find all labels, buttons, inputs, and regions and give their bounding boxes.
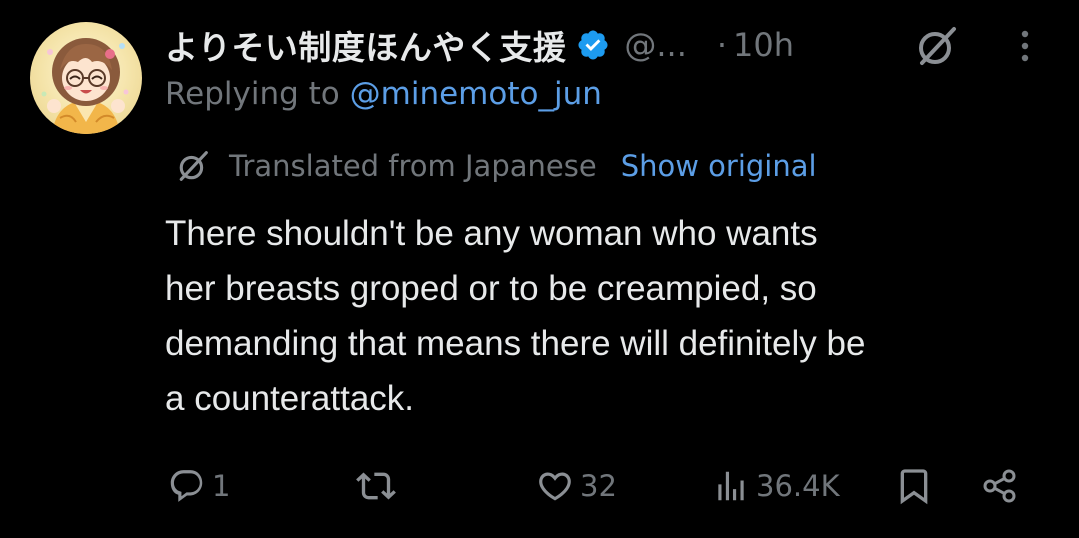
- author-handle[interactable]: @...: [624, 26, 687, 64]
- views-button[interactable]: 36.4K: [712, 458, 840, 514]
- like-button[interactable]: 32: [536, 458, 617, 514]
- tweet[interactable]: よりそい制度ほんやく支援 @... · 10h Replying to @min…: [0, 0, 1079, 538]
- share-button[interactable]: [980, 458, 1020, 514]
- tweet-text-line: There shouldn't be any woman who wants: [165, 214, 818, 253]
- share-icon: [980, 466, 1020, 506]
- tweet-header: よりそい制度ほんやく支援 @... · 10h: [165, 18, 794, 72]
- reply-icon: [168, 467, 206, 505]
- heart-icon: [536, 467, 574, 505]
- tweet-timestamp[interactable]: 10h: [733, 26, 794, 64]
- verified-badge-icon[interactable]: [576, 28, 610, 62]
- views-count: 36.4K: [756, 469, 840, 503]
- author-display-name[interactable]: よりそい制度ほんやく支援: [165, 21, 566, 69]
- translation-bar: Translated from Japanese Show original: [175, 143, 817, 189]
- grok-icon[interactable]: [914, 23, 960, 69]
- tweet-text: There shouldn't be any woman who wants h…: [165, 206, 1060, 426]
- translated-label: Translated from Japanese: [229, 149, 597, 183]
- more-vertical-icon[interactable]: [1010, 26, 1040, 66]
- like-count: 32: [580, 469, 617, 503]
- bookmark-button[interactable]: [894, 458, 934, 514]
- header-separator: ·: [716, 26, 728, 64]
- tweet-text-line: a counterattack.: [165, 379, 415, 418]
- replying-to: Replying to @minemoto_jun: [165, 76, 602, 112]
- views-chart-icon: [712, 467, 750, 505]
- bookmark-icon: [894, 466, 934, 506]
- reply-count: 1: [212, 469, 231, 503]
- repost-button[interactable]: [356, 458, 402, 514]
- reply-mention-link[interactable]: @minemoto_jun: [350, 76, 602, 112]
- reply-button[interactable]: 1: [168, 458, 230, 514]
- action-bar: 1 32 36.4K: [0, 458, 1079, 514]
- show-original-link[interactable]: Show original: [621, 149, 817, 183]
- tweet-text-line: demanding that means there will definite…: [165, 324, 866, 363]
- repost-icon: [356, 466, 396, 506]
- grok-translate-icon: [175, 148, 211, 184]
- avatar[interactable]: [30, 22, 142, 134]
- tweet-text-line: her breasts groped or to be creampied, s…: [165, 269, 817, 308]
- replying-to-label: Replying to: [165, 76, 340, 112]
